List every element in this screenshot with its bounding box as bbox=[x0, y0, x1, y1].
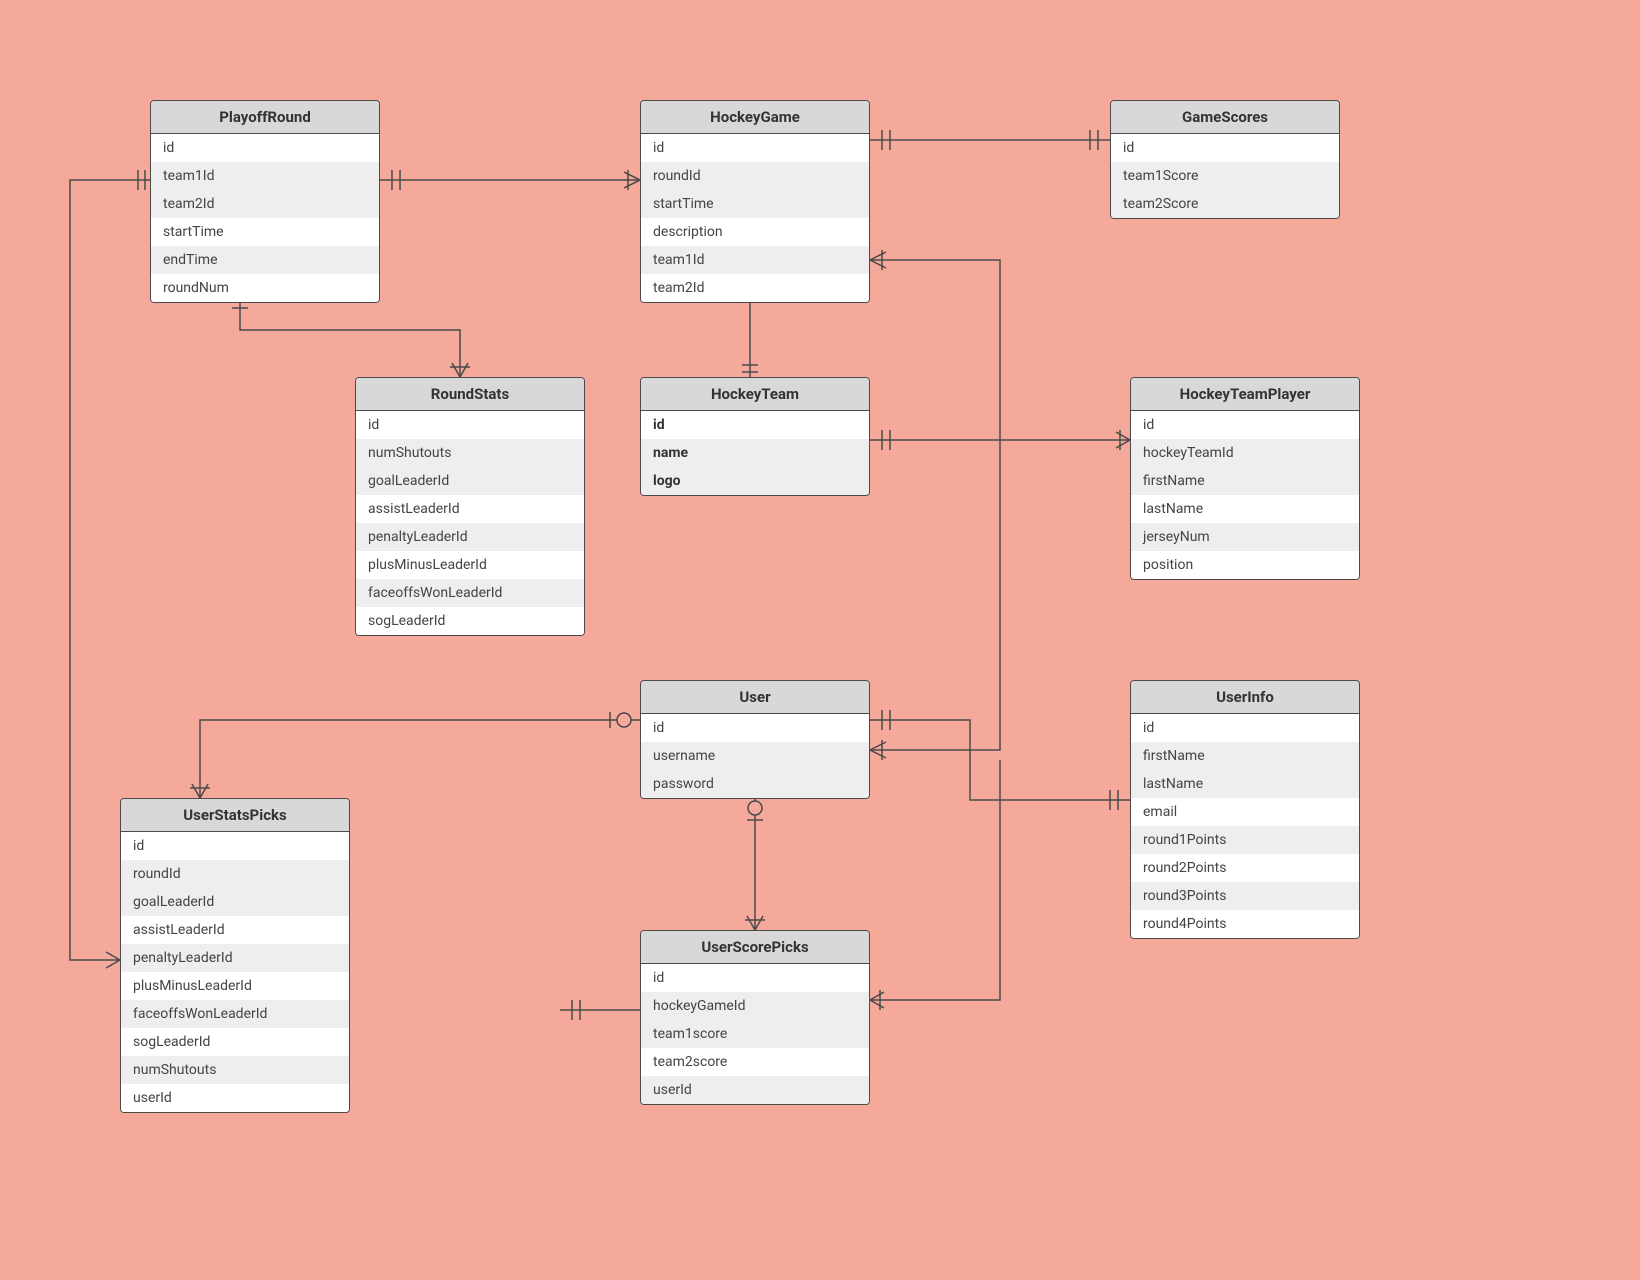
entity-userstatspicks[interactable]: UserStatsPicks id roundId goalLeaderId a… bbox=[120, 798, 350, 1113]
attr: roundId bbox=[121, 860, 349, 888]
attr: penaltyLeaderId bbox=[356, 523, 584, 551]
attr: team2Id bbox=[641, 274, 869, 302]
attr: round1Points bbox=[1131, 826, 1359, 854]
attr: logo bbox=[641, 467, 869, 495]
entity-hockeyteamplayer[interactable]: HockeyTeamPlayer id hockeyTeamId firstNa… bbox=[1130, 377, 1360, 580]
attr: userId bbox=[641, 1076, 869, 1104]
attr: goalLeaderId bbox=[356, 467, 584, 495]
attr: faceoffsWonLeaderId bbox=[121, 1000, 349, 1028]
attr: username bbox=[641, 742, 869, 770]
attr: lastName bbox=[1131, 495, 1359, 523]
entity-header: HockeyTeamPlayer bbox=[1131, 378, 1359, 411]
attr: team1Id bbox=[151, 162, 379, 190]
attr: id bbox=[1131, 714, 1359, 742]
attr: name bbox=[641, 439, 869, 467]
attr: id bbox=[641, 134, 869, 162]
attr: id bbox=[641, 411, 869, 439]
attr: id bbox=[356, 411, 584, 439]
attr: id bbox=[641, 714, 869, 742]
er-diagram-canvas: PlayoffRound id team1Id team2Id startTim… bbox=[0, 0, 1640, 1280]
attr: plusMinusLeaderId bbox=[121, 972, 349, 1000]
attr: description bbox=[641, 218, 869, 246]
attr: startTime bbox=[641, 190, 869, 218]
attr: userId bbox=[121, 1084, 349, 1112]
entity-hockeygame[interactable]: HockeyGame id roundId startTime descript… bbox=[640, 100, 870, 303]
attr: hockeyGameId bbox=[641, 992, 869, 1020]
attr: hockeyTeamId bbox=[1131, 439, 1359, 467]
entity-gamescores[interactable]: GameScores id team1Score team2Score bbox=[1110, 100, 1340, 219]
entity-attrs: id roundId startTime description team1Id… bbox=[641, 134, 869, 302]
entity-playoffround[interactable]: PlayoffRound id team1Id team2Id startTim… bbox=[150, 100, 380, 303]
attr: id bbox=[641, 964, 869, 992]
attr: assistLeaderId bbox=[356, 495, 584, 523]
attr: id bbox=[151, 134, 379, 162]
attr: jerseyNum bbox=[1131, 523, 1359, 551]
attr: faceoffsWonLeaderId bbox=[356, 579, 584, 607]
entity-header: HockeyGame bbox=[641, 101, 869, 134]
attr: id bbox=[1111, 134, 1339, 162]
entity-attrs: id roundId goalLeaderId assistLeaderId p… bbox=[121, 832, 349, 1112]
attr: sogLeaderId bbox=[121, 1028, 349, 1056]
attr: id bbox=[121, 832, 349, 860]
attr: startTime bbox=[151, 218, 379, 246]
attr: plusMinusLeaderId bbox=[356, 551, 584, 579]
attr: team2score bbox=[641, 1048, 869, 1076]
entity-header: GameScores bbox=[1111, 101, 1339, 134]
attr: goalLeaderId bbox=[121, 888, 349, 916]
entity-header: RoundStats bbox=[356, 378, 584, 411]
entity-attrs: id name logo bbox=[641, 411, 869, 495]
entity-header: UserScorePicks bbox=[641, 931, 869, 964]
attr: lastName bbox=[1131, 770, 1359, 798]
attr: team1Id bbox=[641, 246, 869, 274]
attr: email bbox=[1131, 798, 1359, 826]
attr: round2Points bbox=[1131, 854, 1359, 882]
attr: round4Points bbox=[1131, 910, 1359, 938]
entity-header: UserStatsPicks bbox=[121, 799, 349, 832]
entity-attrs: id hockeyTeamId firstName lastName jerse… bbox=[1131, 411, 1359, 579]
entity-userscorepicks[interactable]: UserScorePicks id hockeyGameId team1scor… bbox=[640, 930, 870, 1105]
attr: endTime bbox=[151, 246, 379, 274]
attr: penaltyLeaderId bbox=[121, 944, 349, 972]
attr: position bbox=[1131, 551, 1359, 579]
attr: firstName bbox=[1131, 467, 1359, 495]
entity-attrs: id username password bbox=[641, 714, 869, 798]
attr: team1score bbox=[641, 1020, 869, 1048]
attr: id bbox=[1131, 411, 1359, 439]
attr: assistLeaderId bbox=[121, 916, 349, 944]
entity-attrs: id team1Score team2Score bbox=[1111, 134, 1339, 218]
attr: password bbox=[641, 770, 869, 798]
entity-header: PlayoffRound bbox=[151, 101, 379, 134]
entity-attrs: id firstName lastName email round1Points… bbox=[1131, 714, 1359, 938]
entity-roundstats[interactable]: RoundStats id numShutouts goalLeaderId a… bbox=[355, 377, 585, 636]
attr: firstName bbox=[1131, 742, 1359, 770]
entity-header: User bbox=[641, 681, 869, 714]
attr: team1Score bbox=[1111, 162, 1339, 190]
attr: sogLeaderId bbox=[356, 607, 584, 635]
entity-user[interactable]: User id username password bbox=[640, 680, 870, 799]
entity-userinfo[interactable]: UserInfo id firstName lastName email rou… bbox=[1130, 680, 1360, 939]
attr: roundNum bbox=[151, 274, 379, 302]
attr: round3Points bbox=[1131, 882, 1359, 910]
attr: numShutouts bbox=[356, 439, 584, 467]
attr: roundId bbox=[641, 162, 869, 190]
entity-attrs: id team1Id team2Id startTime endTime rou… bbox=[151, 134, 379, 302]
attr: team2Id bbox=[151, 190, 379, 218]
attr: team2Score bbox=[1111, 190, 1339, 218]
entity-attrs: id hockeyGameId team1score team2score us… bbox=[641, 964, 869, 1104]
entity-hockeyteam[interactable]: HockeyTeam id name logo bbox=[640, 377, 870, 496]
entity-attrs: id numShutouts goalLeaderId assistLeader… bbox=[356, 411, 584, 635]
attr: numShutouts bbox=[121, 1056, 349, 1084]
entity-header: HockeyTeam bbox=[641, 378, 869, 411]
entity-header: UserInfo bbox=[1131, 681, 1359, 714]
